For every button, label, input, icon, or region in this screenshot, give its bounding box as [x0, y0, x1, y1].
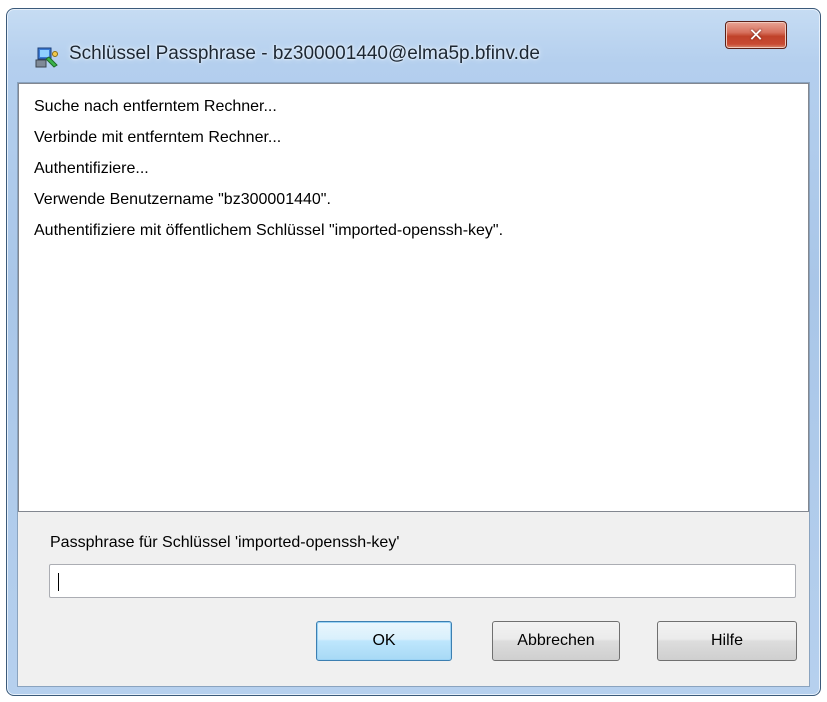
close-button[interactable]: ✕: [725, 21, 787, 49]
ok-button[interactable]: OK: [316, 621, 452, 661]
cancel-button[interactable]: Abbrechen: [492, 621, 620, 661]
log-line: Authentifiziere...: [34, 160, 149, 177]
putty-key-icon: [35, 45, 59, 69]
log-line: Suche nach entferntem Rechner...: [34, 98, 277, 115]
dialog-window: Schlüssel Passphrase - bz300001440@elma5…: [6, 8, 821, 696]
log-line: Authentifiziere mit öffentlichem Schlüss…: [34, 222, 504, 239]
title-bar[interactable]: Schlüssel Passphrase - bz300001440@elma5…: [7, 9, 820, 81]
log-line: Verbinde mit entferntem Rechner...: [34, 129, 282, 146]
dialog-client-area: Suche nach entferntem Rechner... Verbind…: [17, 82, 810, 687]
event-log[interactable]: Suche nach entferntem Rechner... Verbind…: [18, 83, 809, 512]
log-line: Verwende Benutzername "bz300001440".: [34, 191, 331, 208]
window-title: Schlüssel Passphrase - bz300001440@elma5…: [69, 43, 541, 64]
text-caret: [58, 573, 59, 591]
passphrase-label: Passphrase für Schlüssel 'imported-opens…: [50, 534, 400, 551]
passphrase-input[interactable]: [49, 564, 796, 598]
help-button[interactable]: Hilfe: [657, 621, 797, 661]
close-icon: ✕: [748, 24, 764, 46]
